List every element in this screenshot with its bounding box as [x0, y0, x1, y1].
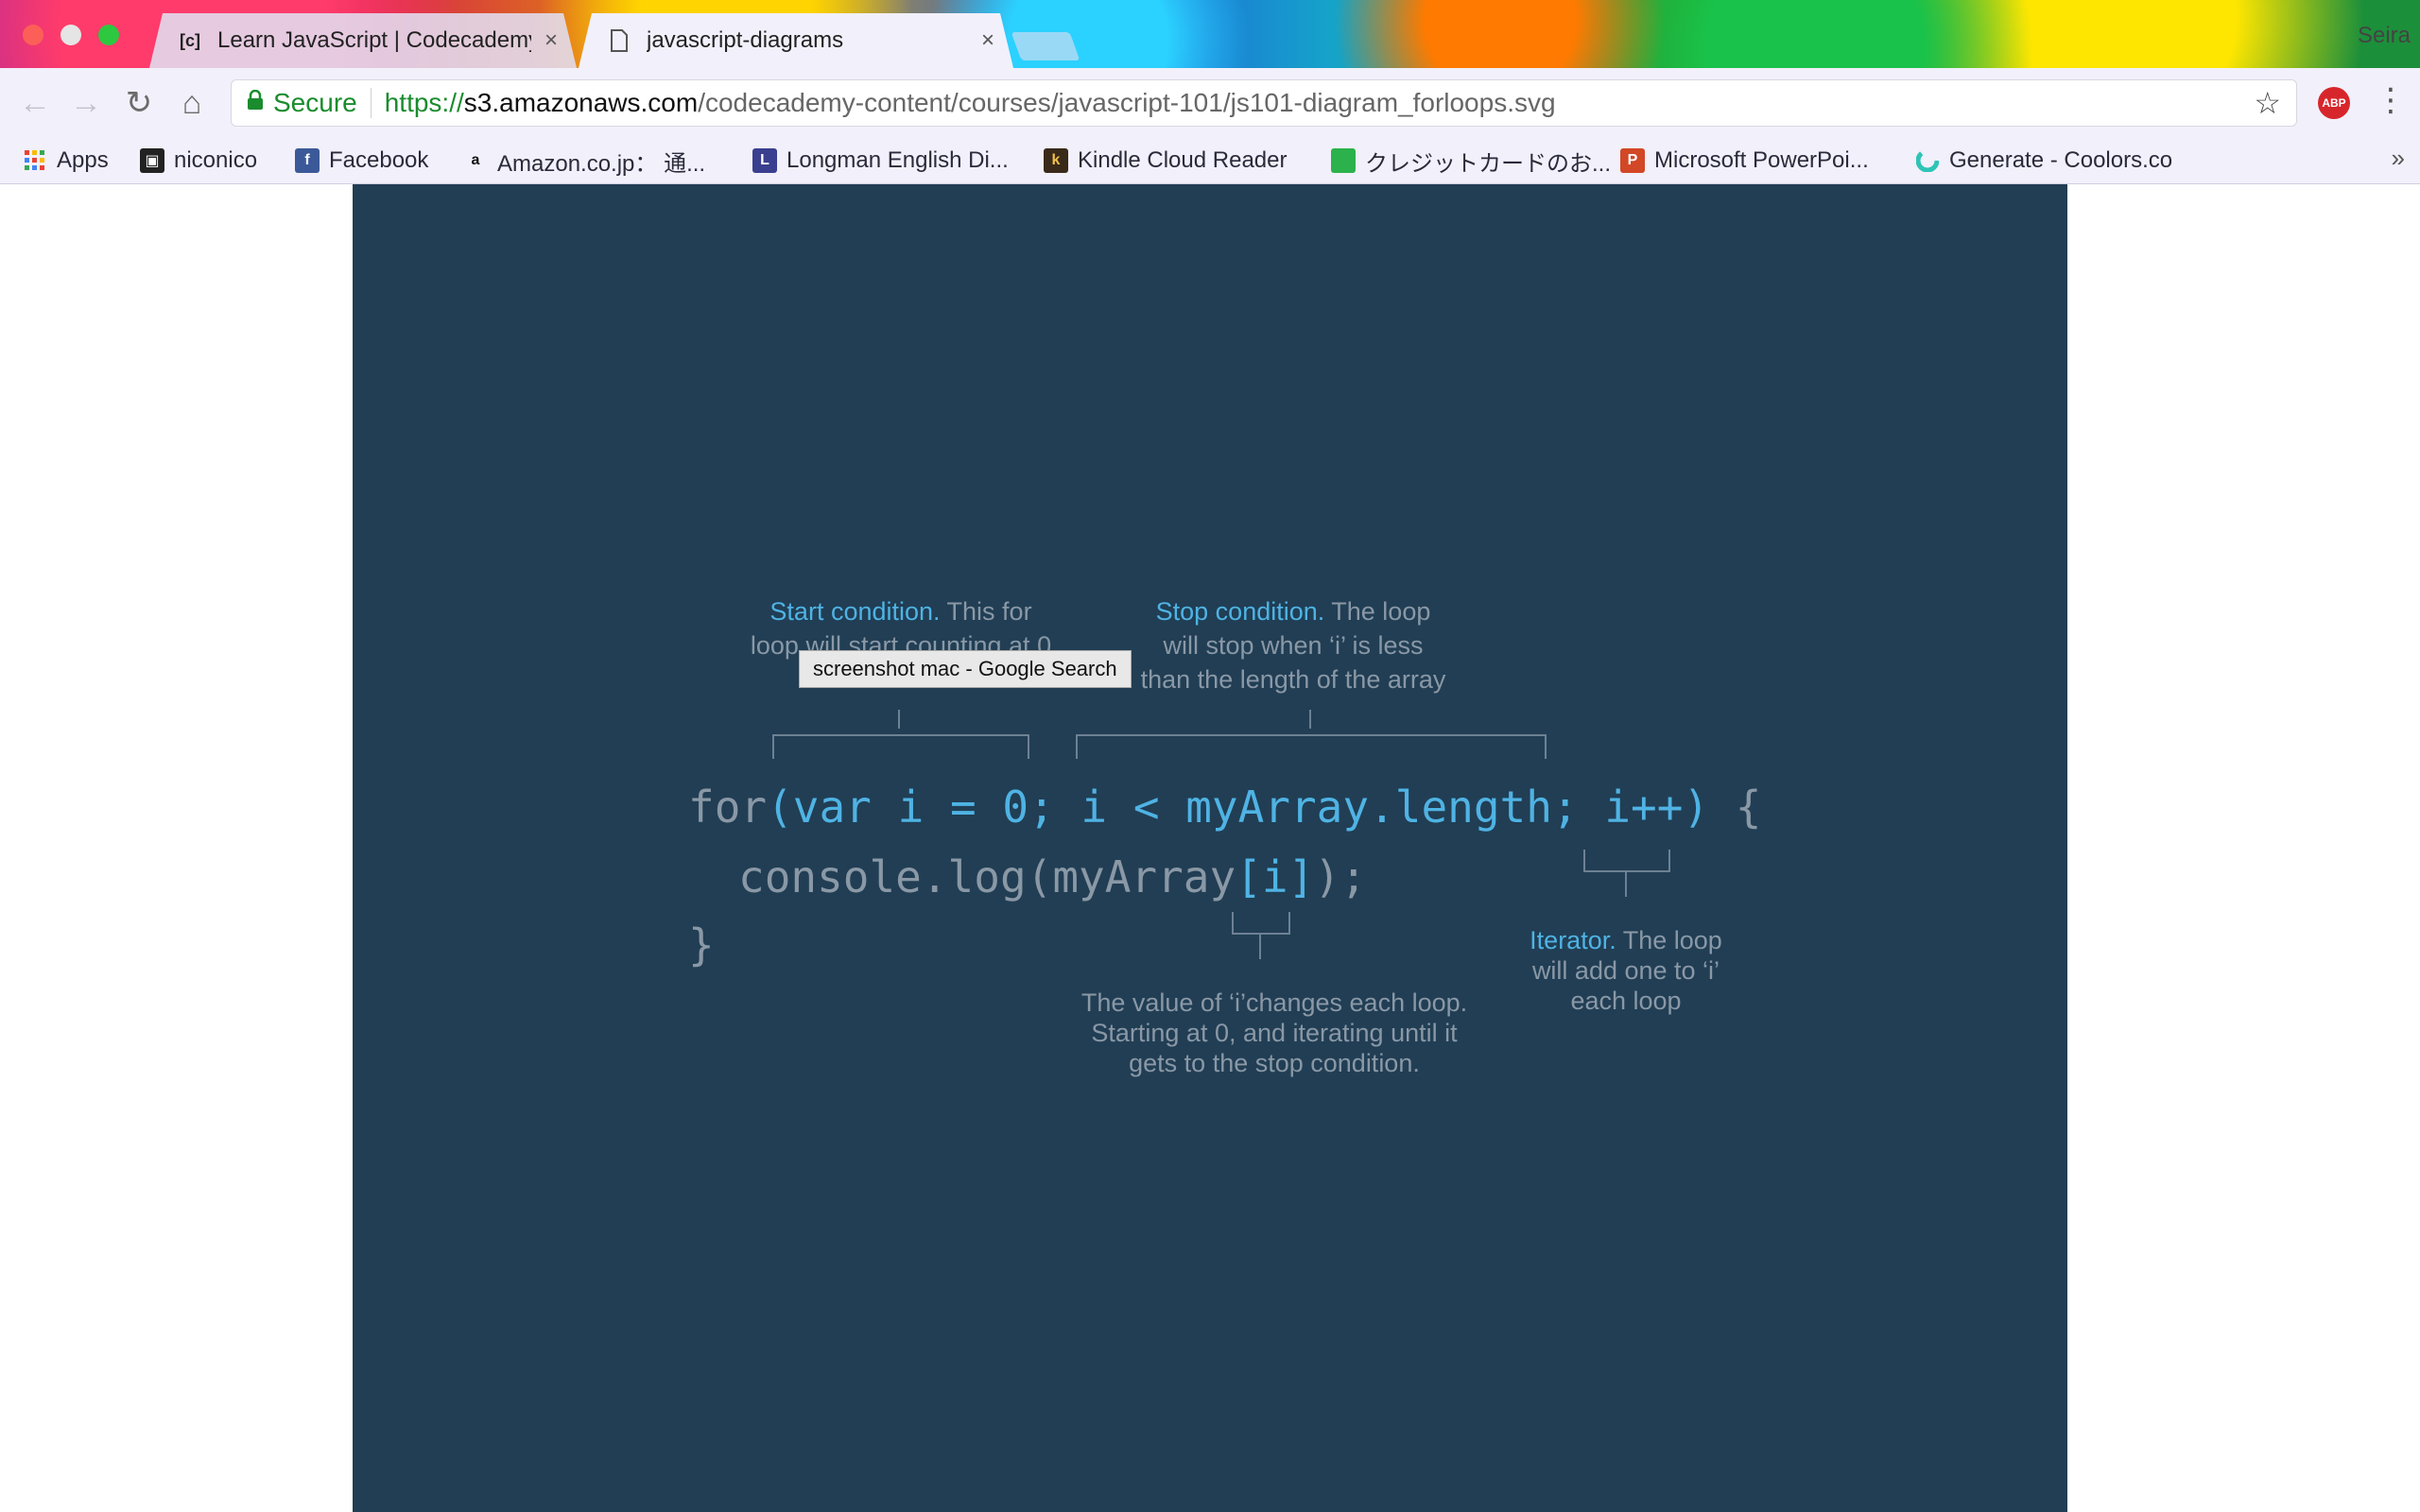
home-icon[interactable]: ⌂	[174, 85, 210, 121]
secure-label[interactable]: Secure	[273, 88, 357, 118]
url-host: s3.amazonaws.com	[463, 88, 699, 117]
bookmark-apps[interactable]: Apps	[23, 144, 109, 178]
iterator-bracket	[1583, 850, 1670, 872]
page-margin-left	[0, 184, 353, 1512]
bookmark-niconico[interactable]: ▣ niconico	[140, 144, 257, 178]
apps-grid-icon	[23, 148, 47, 173]
document-icon	[607, 28, 631, 53]
value-text: Starting at 0, and iterating until it	[1091, 1019, 1458, 1047]
code-closing-brace: }	[688, 919, 715, 971]
card-icon	[1331, 148, 1356, 173]
iterator-text: The loop	[1616, 926, 1722, 954]
bookmark-longman[interactable]: L Longman English Di...	[752, 144, 1009, 178]
value-text: The value of ‘i’changes each loop.	[1080, 988, 1468, 1017]
iterator-note: Iterator. The loop will add one to ‘i’ e…	[1498, 925, 1754, 1016]
tab-strip: [c] Learn JavaScript | Codecademy × java…	[0, 0, 2420, 68]
close-icon[interactable]: ×	[981, 27, 994, 54]
facebook-icon: f	[295, 148, 320, 173]
profile-name[interactable]: Seira	[2358, 23, 2411, 49]
bookmark-credit-card[interactable]: クレジットカードのお...	[1331, 144, 1611, 178]
new-tab-button[interactable]	[1011, 32, 1080, 60]
longman-icon: L	[752, 148, 777, 173]
iterator-text: each loop	[1570, 987, 1682, 1015]
codecademy-icon: [c]	[180, 30, 200, 50]
tab-javascript-diagrams[interactable]: javascript-diagrams ×	[579, 13, 1013, 68]
bookmark-label: Kindle Cloud Reader	[1078, 147, 1288, 173]
tab-title: javascript-diagrams	[647, 27, 844, 53]
start-condition-text: This for	[940, 597, 1032, 626]
tab-codecademy[interactable]: [c] Learn JavaScript | Codecademy ×	[149, 13, 577, 68]
stop-condition-text: will stop when ‘i’ is less	[1163, 631, 1424, 660]
bookmark-label: niconico	[174, 147, 258, 173]
lock-icon	[247, 89, 264, 117]
bookmarks-overflow-icon[interactable]: »	[2392, 144, 2405, 173]
bookmark-label: Longman English Di...	[786, 147, 1009, 173]
bookmark-coolors[interactable]: Generate - Coolors.co	[1915, 144, 2172, 178]
back-icon[interactable]: ←	[17, 85, 53, 121]
adblock-extension-icon[interactable]: ABP	[2318, 87, 2350, 119]
for-loop-diagram: Start condition. This for loop will star…	[353, 184, 2067, 1512]
amazon-icon: a	[471, 152, 480, 168]
window-close-button[interactable]	[23, 25, 43, 45]
bookmark-label: Apps	[57, 147, 109, 173]
stop-bracket-stem	[1309, 710, 1311, 729]
code-loop-header: (var i = 0; i < myArray.length; i++)	[767, 782, 1710, 833]
stop-condition-text: than the length of the array	[1140, 665, 1446, 694]
code-keyword: for	[688, 782, 768, 833]
index-bracket-stem	[1259, 935, 1261, 959]
browser-toolbar: ← → ↻ ⌂ Secure https://s3.amazonaws.com /…	[0, 68, 2420, 139]
index-bracket	[1232, 912, 1290, 935]
omnibox-divider	[370, 88, 372, 118]
coolors-icon	[1915, 148, 1940, 173]
value-text: gets to the stop condition.	[1129, 1049, 1420, 1077]
bookmark-label: Microsoft PowerPoi...	[1654, 147, 1869, 173]
address-bar[interactable]: Secure https://s3.amazonaws.com/codecade…	[231, 79, 2297, 127]
code-brace: {	[1709, 782, 1762, 833]
url-path: /codecademy-content/courses/javascript-1…	[698, 88, 1556, 117]
code-call: console.log(myArray	[738, 851, 1236, 902]
stop-condition-note: Stop condition. The loop will stop when …	[1109, 594, 1478, 696]
bookmarks-bar: Apps ▣ niconico f Facebook a Amazon.co.j…	[0, 138, 2420, 184]
iterator-text: will add one to ‘i’	[1531, 956, 1720, 985]
kindle-icon: k	[1044, 148, 1068, 173]
start-bracket	[772, 734, 1029, 759]
browser-menu-icon[interactable]: ⋮	[2375, 81, 2407, 119]
window-zoom-button[interactable]	[98, 25, 119, 45]
stop-condition-highlight: Stop condition.	[1155, 597, 1325, 626]
code-line-2: console.log(myArray[i]);	[738, 851, 1367, 902]
page-margin-right	[2067, 184, 2420, 1512]
code-line-1: for(var i = 0; i < myArray.length; i++) …	[688, 782, 1761, 833]
bookmark-amazon[interactable]: a Amazon.co.jp： 通...	[463, 144, 706, 178]
url-scheme: https://	[384, 88, 464, 117]
iterator-highlight: Iterator.	[1530, 926, 1616, 954]
bookmark-kindle[interactable]: k Kindle Cloud Reader	[1044, 144, 1287, 178]
tooltip: screenshot mac - Google Search	[799, 650, 1132, 688]
bookmark-star-icon[interactable]: ☆	[2254, 85, 2281, 121]
bookmark-facebook[interactable]: f Facebook	[295, 144, 428, 178]
bookmark-label: クレジットカードのお...	[1365, 150, 1612, 177]
code-call-end: );	[1314, 851, 1367, 902]
iterator-bracket-stem	[1625, 872, 1627, 897]
bookmark-label: Facebook	[329, 147, 429, 173]
bookmark-powerpoint[interactable]: P Microsoft PowerPoi...	[1620, 144, 1869, 178]
tab-title: Learn JavaScript | Codecademy	[217, 27, 531, 53]
start-condition-highlight: Start condition.	[769, 597, 941, 626]
code-index: [i]	[1236, 851, 1315, 902]
stop-condition-text: The loop	[1324, 597, 1431, 626]
niconico-icon: ▣	[140, 148, 164, 173]
bookmark-label: Amazon.co.jp： 通...	[497, 150, 706, 177]
reload-icon[interactable]: ↻	[121, 85, 157, 121]
powerpoint-icon: P	[1620, 148, 1645, 173]
value-note: The value of ‘i’changes each loop. Start…	[1047, 988, 1501, 1078]
bookmark-label: Generate - Coolors.co	[1949, 147, 2173, 173]
code-line-3: }	[688, 919, 715, 971]
start-bracket-stem	[898, 710, 900, 729]
close-icon[interactable]: ×	[544, 27, 558, 54]
window-minimize-button[interactable]	[60, 25, 81, 45]
stop-bracket	[1076, 734, 1547, 759]
forward-icon[interactable]: →	[68, 85, 104, 121]
